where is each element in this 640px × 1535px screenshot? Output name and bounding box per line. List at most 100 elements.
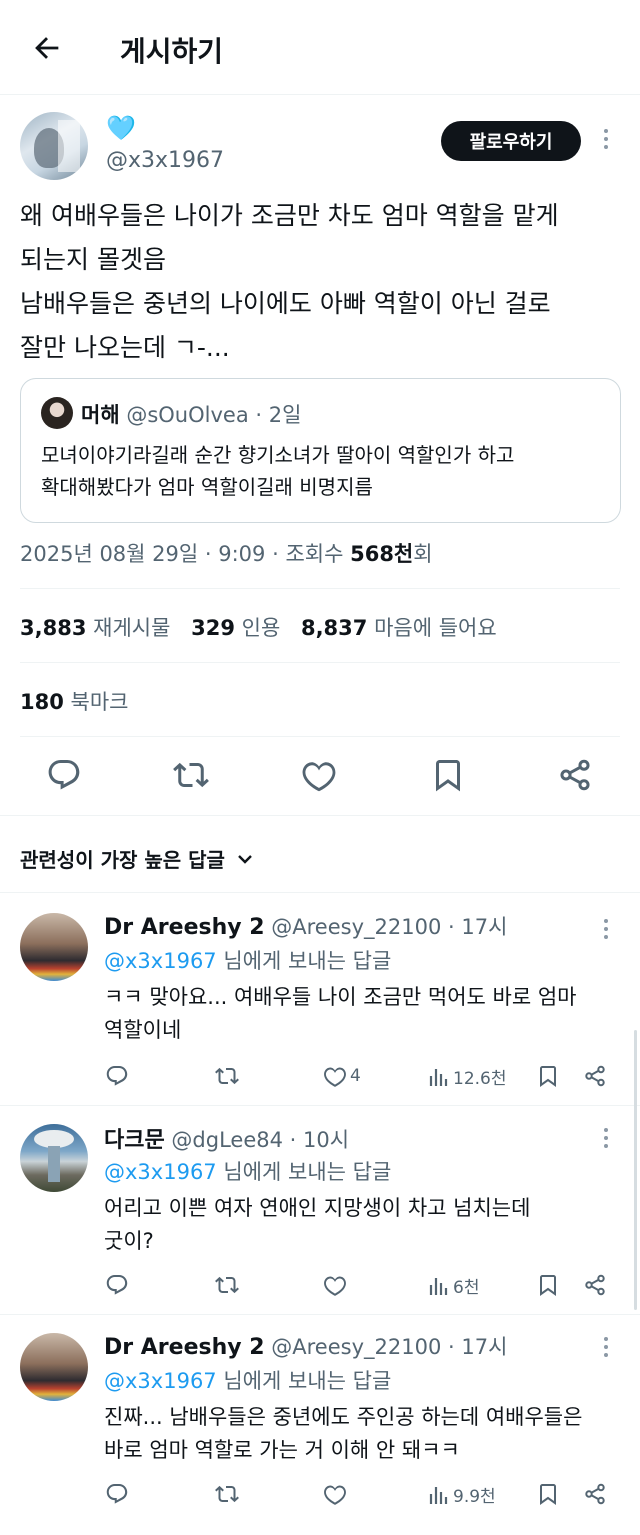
reply-share-button[interactable] — [583, 1482, 607, 1506]
reply-share-button[interactable] — [583, 1064, 607, 1088]
quoted-post[interactable]: 머해 @sOuOlvea · 2일 모녀이야기라길래 순간 향기소녀가 딸아이 … — [20, 378, 621, 523]
header-divider — [0, 94, 640, 95]
reply-views-count: 6천 — [453, 1278, 480, 1298]
quote-avatar — [41, 397, 73, 429]
quotes-label: 인용 — [241, 616, 281, 640]
reply-to-label: 님에게 보내는 답글 — [223, 949, 392, 973]
bookmarks-stat[interactable]: 180 북마크 — [20, 686, 129, 716]
heart-icon — [302, 762, 336, 792]
share-icon — [585, 1065, 605, 1087]
reply-share-button[interactable] — [583, 1273, 607, 1297]
reply-text-line: 바로 엄마 역할로 가는 거 이해 안 돼ㅋㅋ — [104, 1438, 460, 1462]
reposts-stat[interactable]: 3,883 재게시물 — [20, 616, 170, 640]
bookmark-button[interactable] — [430, 757, 466, 793]
stats-divider — [20, 662, 620, 663]
reply-text: ㅋㅋ 맞아요... 여배우들 나이 조금만 먹어도 바로 엄마 역할이네 — [104, 981, 624, 1047]
reply-time: · 17시 — [448, 1335, 508, 1359]
author-name-emoji: 🩵 — [106, 114, 136, 142]
reply-repost-button[interactable] — [215, 1273, 239, 1297]
quote-author-handle: @sOuOlvea — [126, 403, 249, 427]
reply-bookmark-button[interactable] — [536, 1482, 560, 1506]
bookmarks-divider — [20, 736, 620, 737]
reply-time: · 17시 — [448, 915, 508, 939]
reposts-label: 재게시물 — [93, 616, 171, 640]
reply-views-button[interactable]: 12.6천 — [428, 1064, 507, 1089]
page-title: 게시하기 — [120, 35, 224, 68]
author-handle[interactable]: @x3x1967 — [106, 148, 224, 173]
scrollbar-thumb[interactable] — [634, 1030, 637, 1310]
post-text: 왜 여배우들은 나이가 조금만 차도 엄마 역할을 맡게 되는지 몰겟음 남배우… — [20, 194, 625, 370]
reply-to-handle[interactable]: @x3x1967 — [104, 949, 217, 973]
reply-icon — [106, 1484, 128, 1504]
reply-to-handle[interactable]: @x3x1967 — [104, 1160, 217, 1184]
likes-stat[interactable]: 8,837 마음에 들어요 — [301, 616, 497, 640]
replies-sort-label: 관련성이 가장 높은 답글 — [20, 848, 225, 872]
reply-author-handle: @Areesy_22100 — [271, 915, 442, 939]
reply-button[interactable] — [46, 757, 82, 793]
reply-icon — [106, 1275, 128, 1295]
bookmark-icon — [436, 760, 460, 792]
post-text-line: 왜 여배우들은 나이가 조금만 차도 엄마 역할을 맡게 — [20, 201, 559, 230]
reply-repost-button[interactable] — [215, 1064, 239, 1088]
reply-views-count: 12.6천 — [453, 1069, 507, 1089]
views-chart-icon — [429, 1277, 448, 1295]
reply-repost-button[interactable] — [215, 1482, 239, 1506]
reply-bookmark-button[interactable] — [536, 1273, 560, 1297]
reply-reply-button[interactable] — [105, 1064, 129, 1088]
reply-views-button[interactable]: 9.9천 — [428, 1482, 496, 1507]
reply-views-button[interactable]: 6천 — [428, 1273, 479, 1298]
views-chart-icon — [429, 1486, 448, 1504]
reply-icon — [106, 1066, 128, 1086]
bookmark-icon — [540, 1275, 556, 1296]
reply-like-button[interactable]: 4 — [323, 1064, 361, 1088]
heart-icon — [324, 1276, 346, 1296]
reply-to-handle[interactable]: @x3x1967 — [104, 1369, 217, 1393]
replies-sort-dropdown[interactable]: 관련성이 가장 높은 답글 — [20, 844, 257, 873]
quote-time: · 2일 — [255, 403, 302, 427]
repost-icon — [215, 1067, 239, 1085]
reply-views-count: 9.9천 — [453, 1487, 496, 1507]
reply-text: 진짜... 남배우들은 중년에도 주인공 하는데 여배우들은 바로 엄마 역할로… — [104, 1401, 634, 1467]
follow-button[interactable]: 팔로우하기 — [441, 121, 581, 161]
reply-avatar — [20, 913, 88, 981]
reply-like-button[interactable] — [323, 1482, 347, 1506]
views-count: 568천 — [350, 542, 414, 566]
bookmark-icon — [540, 1066, 556, 1087]
likes-count: 8,837 — [300, 616, 368, 640]
views-chart-icon — [429, 1068, 448, 1086]
actions-divider — [0, 815, 640, 816]
quote-author-name: 머해 — [81, 403, 120, 427]
quote-text: 모녀이야기라길래 순간 향기소녀가 딸아이 역할인가 하고 확대해봤다가 엄마 … — [41, 439, 611, 503]
share-icon — [560, 759, 590, 791]
reply-text-line: 진짜... 남배우들은 중년에도 주인공 하는데 여배우들은 — [104, 1405, 583, 1429]
reply-reply-button[interactable] — [105, 1273, 129, 1297]
reply-item[interactable]: Dr Areeshy 2 @Areesy_22100 · 17시 @x3x196… — [0, 893, 640, 1105]
reply-like-button[interactable] — [323, 1273, 347, 1297]
reply-bookmark-button[interactable] — [536, 1064, 560, 1088]
chevron-down-icon — [238, 854, 252, 864]
share-icon — [585, 1483, 605, 1505]
back-button[interactable] — [30, 30, 66, 66]
reply-reply-button[interactable] — [105, 1482, 129, 1506]
likes-label: 마음에 들어요 — [374, 616, 497, 640]
like-button[interactable] — [301, 757, 337, 793]
bookmarks-count: 180 — [20, 690, 64, 714]
reply-more-icon[interactable] — [603, 1337, 609, 1361]
post-meta: 2025년 08월 29일 · 9:09 · 조회수 568천회 — [20, 538, 433, 568]
reply-item[interactable]: Dr Areeshy 2 @Areesy_22100 · 17시 @x3x196… — [0, 1315, 640, 1530]
share-button[interactable] — [557, 757, 593, 793]
reply-item[interactable]: 다크문 @dgLee84 · 10시 @x3x1967 님에게 보내는 답글 어… — [0, 1106, 640, 1314]
author-avatar[interactable] — [20, 112, 88, 180]
reply-more-icon[interactable] — [603, 1128, 609, 1152]
reply-text: 어리고 이쁜 여자 연애인 지망생이 차고 넘치는데 굿이? — [104, 1192, 624, 1258]
reply-icon — [48, 760, 80, 790]
quotes-stat[interactable]: 329 인용 — [191, 616, 280, 640]
post-date: 2025년 08월 29일 — [20, 542, 199, 566]
post-text-line: 되는지 몰겟음 — [20, 245, 166, 274]
reply-more-icon[interactable] — [603, 919, 609, 943]
repost-icon — [173, 762, 209, 788]
reply-author-name: 다크문 — [104, 1128, 165, 1153]
repost-button[interactable] — [173, 757, 209, 793]
more-options-icon[interactable] — [603, 129, 609, 153]
meta-divider — [20, 588, 620, 589]
